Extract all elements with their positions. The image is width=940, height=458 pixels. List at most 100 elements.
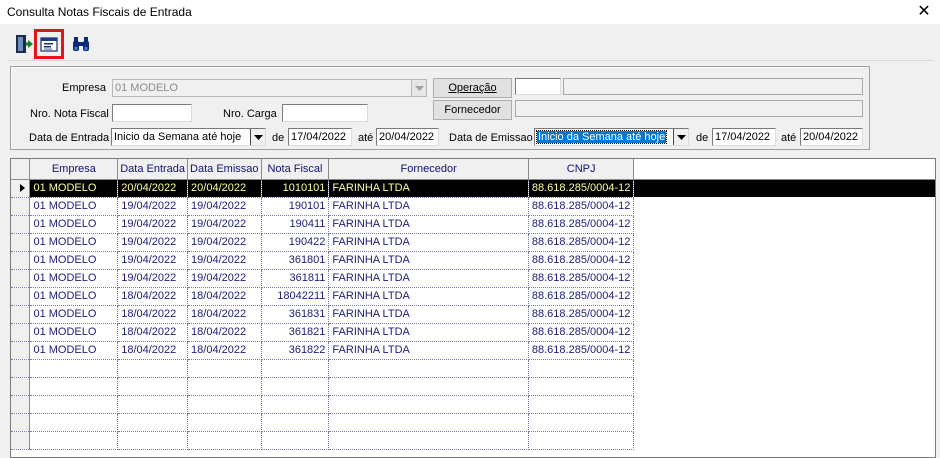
cell-data-emissao[interactable]: 18/04/2022 (187, 287, 262, 306)
emissao-de-input[interactable]: 17/04/2022 (712, 128, 776, 146)
cell-nota-fiscal[interactable]: 361831 (261, 305, 330, 324)
cell-data-emissao[interactable]: 19/04/2022 (187, 197, 262, 216)
cell-cnpj[interactable]: 88.618.285/0004-12 (528, 287, 635, 306)
cell-fornecedor[interactable]: FARINHA LTDA (328, 305, 529, 324)
cell-nota-fiscal[interactable]: 190422 (261, 233, 330, 252)
row-indicator[interactable] (11, 215, 31, 234)
cell-fornecedor[interactable]: FARINHA LTDA (328, 197, 529, 216)
column-header-cnpj[interactable]: CNPJ (528, 159, 635, 180)
row-indicator[interactable] (11, 341, 31, 360)
table-row[interactable]: 01 MODELO 20/04/2022 20/04/2022 1010101 FARI… (11, 179, 935, 198)
row-indicator[interactable] (11, 251, 31, 270)
cell-fornecedor[interactable]: FARINHA LTDA (328, 287, 529, 306)
cell-cnpj[interactable]: 88.618.285/0004-12 (528, 251, 635, 270)
cell-cnpj[interactable]: 88.618.285/0004-12 (528, 341, 635, 360)
search-button[interactable] (66, 29, 96, 59)
cell-fornecedor[interactable]: FARINHA LTDA (328, 251, 529, 270)
row-indicator[interactable] (11, 323, 31, 342)
cell-data-entrada[interactable]: 18/04/2022 (117, 287, 189, 306)
cell-data-entrada[interactable]: 20/04/2022 (117, 179, 189, 198)
cell-data-entrada[interactable]: 19/04/2022 (117, 251, 189, 270)
row-indicator[interactable] (11, 305, 31, 324)
entrada-de-input[interactable]: 17/04/2022 (288, 128, 352, 146)
table-row[interactable]: 01 MODELO 18/04/2022 18/04/2022 18042211 FAR… (11, 287, 935, 306)
cell-data-emissao[interactable]: 20/04/2022 (187, 179, 262, 198)
cell-cnpj[interactable]: 88.618.285/0004-12 (528, 215, 635, 234)
table-row[interactable]: 01 MODELO 19/04/2022 19/04/2022 190101 FARIN… (11, 197, 935, 216)
cell-data-emissao[interactable]: 18/04/2022 (187, 341, 262, 360)
cell-empresa[interactable]: 01 MODELO (29, 215, 119, 234)
cell-nota-fiscal[interactable]: 361822 (261, 341, 330, 360)
emissao-ate-input[interactable]: 20/04/2022 (800, 128, 863, 146)
cell-cnpj[interactable]: 88.618.285/0004-12 (528, 323, 635, 342)
column-header-data-entrada[interactable]: Data Entrada (117, 159, 189, 180)
table-row[interactable]: 01 MODELO 19/04/2022 19/04/2022 361801 FARIN… (11, 251, 935, 270)
cell-cnpj[interactable]: 88.618.285/0004-12 (528, 233, 635, 252)
cell-fornecedor[interactable]: FARINHA LTDA (328, 323, 529, 342)
cell-fornecedor[interactable]: FARINHA LTDA (328, 341, 529, 360)
cell-nota-fiscal[interactable]: 361811 (261, 269, 330, 288)
cell-empresa[interactable]: 01 MODELO (29, 323, 119, 342)
results-grid[interactable]: Empresa Data Entrada Data Emissao Nota F… (10, 158, 936, 458)
cell-data-entrada[interactable]: 18/04/2022 (117, 305, 189, 324)
table-row[interactable]: 01 MODELO 18/04/2022 18/04/2022 361822 FARIN… (11, 341, 935, 360)
column-header-fornecedor[interactable]: Fornecedor (328, 159, 529, 180)
cell-empresa[interactable]: 01 MODELO (29, 233, 119, 252)
cell-data-emissao[interactable]: 18/04/2022 (187, 305, 262, 324)
cell-nota-fiscal[interactable]: 361801 (261, 251, 330, 270)
cell-cnpj[interactable]: 88.618.285/0004-12 (528, 269, 635, 288)
row-indicator[interactable] (11, 179, 31, 198)
cell-nota-fiscal[interactable]: 190101 (261, 197, 330, 216)
cell-data-entrada[interactable]: 19/04/2022 (117, 197, 189, 216)
cell-empresa[interactable]: 01 MODELO (29, 287, 119, 306)
operacao-button[interactable]: Operação (433, 78, 512, 98)
cell-fornecedor[interactable]: FARINHA LTDA (328, 179, 529, 198)
report-button[interactable] (34, 29, 64, 59)
table-row[interactable]: 01 MODELO 18/04/2022 18/04/2022 361821 FARIN… (11, 323, 935, 342)
nota-fiscal-input[interactable] (112, 104, 192, 122)
cell-empresa[interactable]: 01 MODELO (29, 305, 119, 324)
entrada-ate-input[interactable]: 20/04/2022 (376, 128, 439, 146)
chevron-down-icon[interactable] (673, 129, 688, 145)
cell-fornecedor[interactable]: FARINHA LTDA (328, 215, 529, 234)
data-entrada-period-select[interactable]: Inicio da Semana até hoje (111, 128, 266, 146)
operacao-code-input[interactable] (515, 78, 561, 95)
table-row[interactable]: 01 MODELO 19/04/2022 19/04/2022 190422 FARIN… (11, 233, 935, 252)
column-header-nota-fiscal[interactable]: Nota Fiscal (261, 159, 330, 180)
table-row[interactable]: 01 MODELO 19/04/2022 19/04/2022 361811 FARIN… (11, 269, 935, 288)
fornecedor-button[interactable]: Fornecedor (433, 100, 512, 120)
cell-data-entrada[interactable]: 19/04/2022 (117, 233, 189, 252)
cell-data-emissao[interactable]: 19/04/2022 (187, 251, 262, 270)
cell-nota-fiscal[interactable]: 190411 (261, 215, 330, 234)
cell-empresa[interactable]: 01 MODELO (29, 251, 119, 270)
cell-data-entrada[interactable]: 19/04/2022 (117, 215, 189, 234)
cell-fornecedor[interactable]: FARINHA LTDA (328, 233, 529, 252)
cell-empresa[interactable]: 01 MODELO (29, 197, 119, 216)
column-header-data-emissao[interactable]: Data Emissao (187, 159, 262, 180)
cell-empresa[interactable]: 01 MODELO (29, 269, 119, 288)
cell-data-entrada[interactable]: 18/04/2022 (117, 341, 189, 360)
table-row[interactable]: 01 MODELO 19/04/2022 19/04/2022 190411 FARIN… (11, 215, 935, 234)
cell-nota-fiscal[interactable]: 1010101 (261, 179, 330, 198)
cell-data-emissao[interactable]: 19/04/2022 (187, 269, 262, 288)
cell-empresa[interactable]: 01 MODELO (29, 179, 119, 198)
cell-cnpj[interactable]: 88.618.285/0004-12 (528, 197, 635, 216)
cell-fornecedor[interactable]: FARINHA LTDA (328, 269, 529, 288)
cell-data-emissao[interactable]: 19/04/2022 (187, 215, 262, 234)
cell-cnpj[interactable]: 88.618.285/0004-12 (528, 179, 635, 198)
cell-cnpj[interactable]: 88.618.285/0004-12 (528, 305, 635, 324)
cell-data-entrada[interactable]: 18/04/2022 (117, 323, 189, 342)
row-indicator[interactable] (11, 287, 31, 306)
cell-data-emissao[interactable]: 19/04/2022 (187, 233, 262, 252)
cell-nota-fiscal[interactable]: 361821 (261, 323, 330, 342)
row-indicator[interactable] (11, 233, 31, 252)
data-emissao-period-select[interactable]: Inicio da Semana até hoje (534, 128, 689, 146)
table-row[interactable]: 01 MODELO 18/04/2022 18/04/2022 361831 FARIN… (11, 305, 935, 324)
row-indicator[interactable] (11, 197, 31, 216)
column-header-empresa[interactable]: Empresa (29, 159, 119, 180)
cell-nota-fiscal[interactable]: 18042211 (261, 287, 330, 306)
row-indicator[interactable] (11, 269, 31, 288)
cell-data-emissao[interactable]: 18/04/2022 (187, 323, 262, 342)
carga-input[interactable] (282, 104, 368, 122)
close-button[interactable]: ✕ (913, 1, 935, 23)
